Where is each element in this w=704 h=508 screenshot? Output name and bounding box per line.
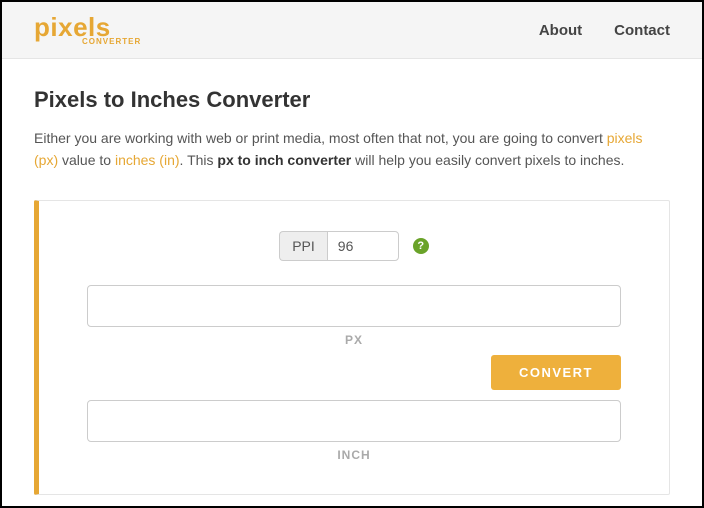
ppi-row: PPI ? — [87, 231, 621, 261]
page-title: Pixels to Inches Converter — [34, 87, 670, 113]
inches-link[interactable]: inches (in) — [115, 152, 180, 168]
intro-text-4: will help you easily convert pixels to i… — [351, 152, 624, 168]
logo[interactable]: pixels CONVERTER — [34, 14, 141, 46]
px-unit-label: PX — [87, 333, 621, 347]
intro-text-1: Either you are working with web or print… — [34, 130, 607, 146]
nav-contact[interactable]: Contact — [614, 22, 670, 39]
converter-card: PPI ? PX CONVERT INCH — [34, 200, 670, 495]
convert-row: CONVERT — [87, 355, 621, 390]
ppi-input[interactable] — [327, 231, 399, 261]
header: pixels CONVERTER About Contact — [2, 2, 702, 59]
nav-about[interactable]: About — [539, 22, 582, 39]
inch-output[interactable] — [87, 400, 621, 442]
convert-button[interactable]: CONVERT — [491, 355, 621, 390]
intro-text-3: . This — [180, 152, 218, 168]
inch-unit-label: INCH — [87, 448, 621, 462]
intro-bold: px to inch converter — [217, 152, 351, 168]
px-input[interactable] — [87, 285, 621, 327]
main-nav: About Contact — [539, 22, 670, 39]
logo-sub-text: CONVERTER — [82, 38, 141, 46]
intro-paragraph: Either you are working with web or print… — [34, 127, 670, 172]
help-icon[interactable]: ? — [413, 238, 429, 254]
ppi-label: PPI — [279, 231, 327, 261]
content: Pixels to Inches Converter Either you ar… — [2, 59, 702, 495]
intro-text-2: value to — [58, 152, 115, 168]
